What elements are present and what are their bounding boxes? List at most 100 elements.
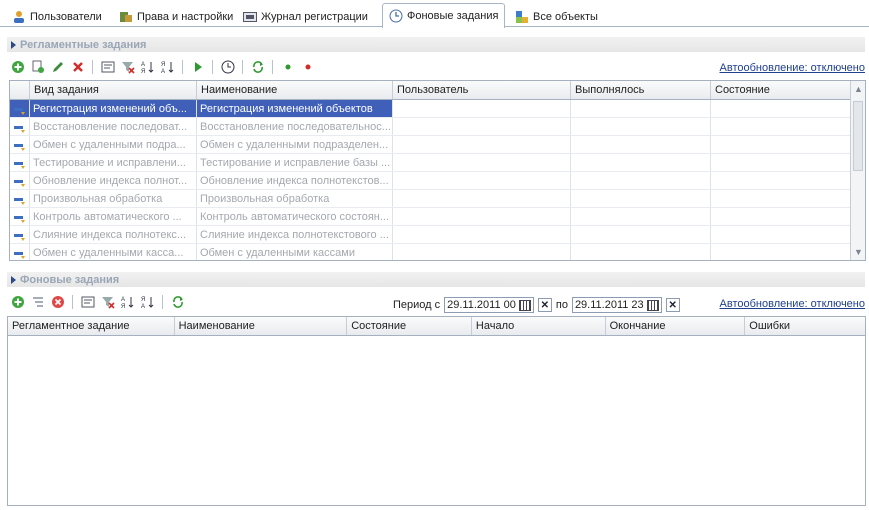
refresh-icon[interactable]	[249, 59, 266, 76]
toolbar-separator	[92, 60, 93, 74]
job-icon	[14, 233, 25, 241]
tab-journal[interactable]: Журнал регистрации	[236, 5, 375, 27]
column-header[interactable]: Ошибки	[745, 317, 865, 335]
objects-icon	[515, 10, 529, 24]
tab-label: Фоновые задания	[407, 10, 499, 22]
clear-from-button[interactable]: ✕	[537, 298, 552, 312]
row-icon-cell	[10, 190, 30, 207]
cancel-job-icon[interactable]	[49, 294, 66, 311]
add-icon[interactable]	[9, 294, 26, 311]
row-icon-cell	[10, 226, 30, 243]
calendar-icon[interactable]	[646, 299, 659, 311]
job-user-cell	[393, 190, 571, 207]
column-header[interactable]: Выполнялось	[571, 81, 711, 99]
red-dot-icon[interactable]	[299, 59, 316, 76]
scroll-down-icon[interactable]: ▼	[854, 247, 863, 257]
job-kind-cell: Обмен с удаленными подра...	[30, 136, 197, 153]
row-icon-cell	[10, 154, 30, 171]
delete-icon[interactable]	[69, 59, 86, 76]
sort-asc-icon[interactable]: AЯ	[139, 59, 156, 76]
add-icon[interactable]	[9, 59, 26, 76]
clock-icon	[389, 9, 403, 23]
period-to-input[interactable]: 29.11.2011 23	[571, 297, 662, 313]
sort-desc-icon[interactable]: ЯA	[139, 294, 156, 311]
schedule-icon[interactable]	[219, 59, 236, 76]
toolbar-separator	[242, 60, 243, 74]
job-name-cell: Обмен с удаленными кассами	[197, 244, 393, 260]
column-header[interactable]: Наименование	[175, 317, 348, 335]
table-row[interactable]: Обмен с удаленными касса... Обмен с удале…	[10, 244, 865, 260]
sort-asc-icon[interactable]: AЯ	[119, 294, 136, 311]
column-header[interactable]: Состояние	[711, 81, 851, 99]
job-name-cell: Контроль автоматического состоян...	[197, 208, 393, 225]
period-to-value: 29.11.2011 23	[574, 299, 644, 311]
table-row[interactable]: Восстановление последоват... Восстановлен…	[10, 118, 865, 136]
job-last-run-cell	[571, 100, 711, 117]
toolbar-separator	[212, 60, 213, 74]
table-row[interactable]: Обмен с удаленными подра... Обмен с удале…	[10, 136, 865, 154]
table-row[interactable]: Произвольная обработка Произвольная обраб…	[10, 190, 865, 208]
section-title: Регламентные задания	[20, 38, 147, 51]
table-row[interactable]: Обновление индекса полнот... Обновление и…	[10, 172, 865, 190]
job-name-cell: Слияние индекса полнотекстового ...	[197, 226, 393, 243]
column-header[interactable]: Регламентное задание	[8, 317, 175, 335]
clear-filter-icon[interactable]	[99, 294, 116, 311]
expand-arrow-icon	[11, 40, 16, 49]
table-row[interactable]: Тестирование и исправлени... Тестирование…	[10, 154, 865, 172]
row-icon-cell	[10, 208, 30, 225]
table-row[interactable]: Контроль автоматического ... Контроль авт…	[10, 208, 865, 226]
tab-background-jobs[interactable]: Фоновые задания	[382, 3, 506, 28]
column-header[interactable]: Наименование	[197, 81, 393, 99]
autorefresh-link[interactable]: Автообновление: отключено	[720, 62, 865, 74]
toolbar-separator	[182, 60, 183, 74]
column-header[interactable]: Вид задания	[30, 81, 197, 99]
users-icon	[12, 10, 26, 24]
job-last-run-cell	[571, 226, 711, 243]
tree-icon[interactable]	[29, 294, 46, 311]
rights-icon	[119, 10, 133, 24]
scroll-up-icon[interactable]: ▲	[854, 84, 863, 94]
tab-label: Журнал регистрации	[261, 10, 368, 23]
tab-users[interactable]: Пользователи	[5, 5, 109, 27]
tab-rights[interactable]: Права и настройки	[112, 5, 240, 27]
edit-icon[interactable]	[49, 59, 66, 76]
job-kind-cell: Обмен с удаленными касса...	[30, 244, 197, 260]
background-jobs-header[interactable]: Фоновые задания	[7, 272, 865, 287]
column-header[interactable]: Пользователь	[393, 81, 571, 99]
column-header[interactable]: Окончание	[606, 317, 746, 335]
toolbar-separator	[72, 295, 73, 309]
scheduled-jobs-header[interactable]: Регламентные задания	[7, 37, 865, 52]
job-state-cell	[711, 244, 851, 260]
sort-desc-icon[interactable]: ЯA	[159, 59, 176, 76]
copy-icon[interactable]	[29, 59, 46, 76]
table-row[interactable]: Слияние индекса полнотекс... Слияние инде…	[10, 226, 865, 244]
scroll-thumb[interactable]	[853, 101, 863, 171]
clear-to-button[interactable]: ✕	[665, 298, 680, 312]
column-header[interactable]: Начало	[472, 317, 606, 335]
filter-settings-icon[interactable]	[79, 294, 96, 311]
job-user-cell	[393, 118, 571, 135]
period-from-input[interactable]: 29.11.2011 00	[444, 297, 534, 313]
clear-filter-icon[interactable]	[119, 59, 136, 76]
filter-settings-icon[interactable]	[99, 59, 116, 76]
green-dot-icon[interactable]	[279, 59, 296, 76]
job-user-cell	[393, 208, 571, 225]
svg-text:Я: Я	[161, 62, 165, 68]
column-header[interactable]: Состояние	[347, 317, 472, 335]
job-icon	[14, 215, 25, 223]
table-row[interactable]: Регистрация изменений объ... Регистрация …	[10, 100, 865, 118]
run-icon[interactable]	[189, 59, 206, 76]
svg-text:Я: Я	[141, 69, 145, 74]
job-icon	[14, 197, 25, 205]
job-last-run-cell	[571, 244, 711, 260]
calendar-icon[interactable]	[518, 299, 531, 311]
job-name-cell: Произвольная обработка	[197, 190, 393, 207]
tab-all-objects[interactable]: Все объекты	[508, 5, 605, 27]
job-kind-cell: Контроль автоматического ...	[30, 208, 197, 225]
refresh-icon[interactable]	[169, 294, 186, 311]
tab-label: Права и настройки	[137, 10, 234, 23]
vertical-scrollbar[interactable]: ▲ ▼	[850, 81, 865, 260]
autorefresh-link[interactable]: Автообновление: отключено	[720, 298, 865, 310]
job-user-cell	[393, 172, 571, 189]
job-icon	[14, 107, 25, 115]
